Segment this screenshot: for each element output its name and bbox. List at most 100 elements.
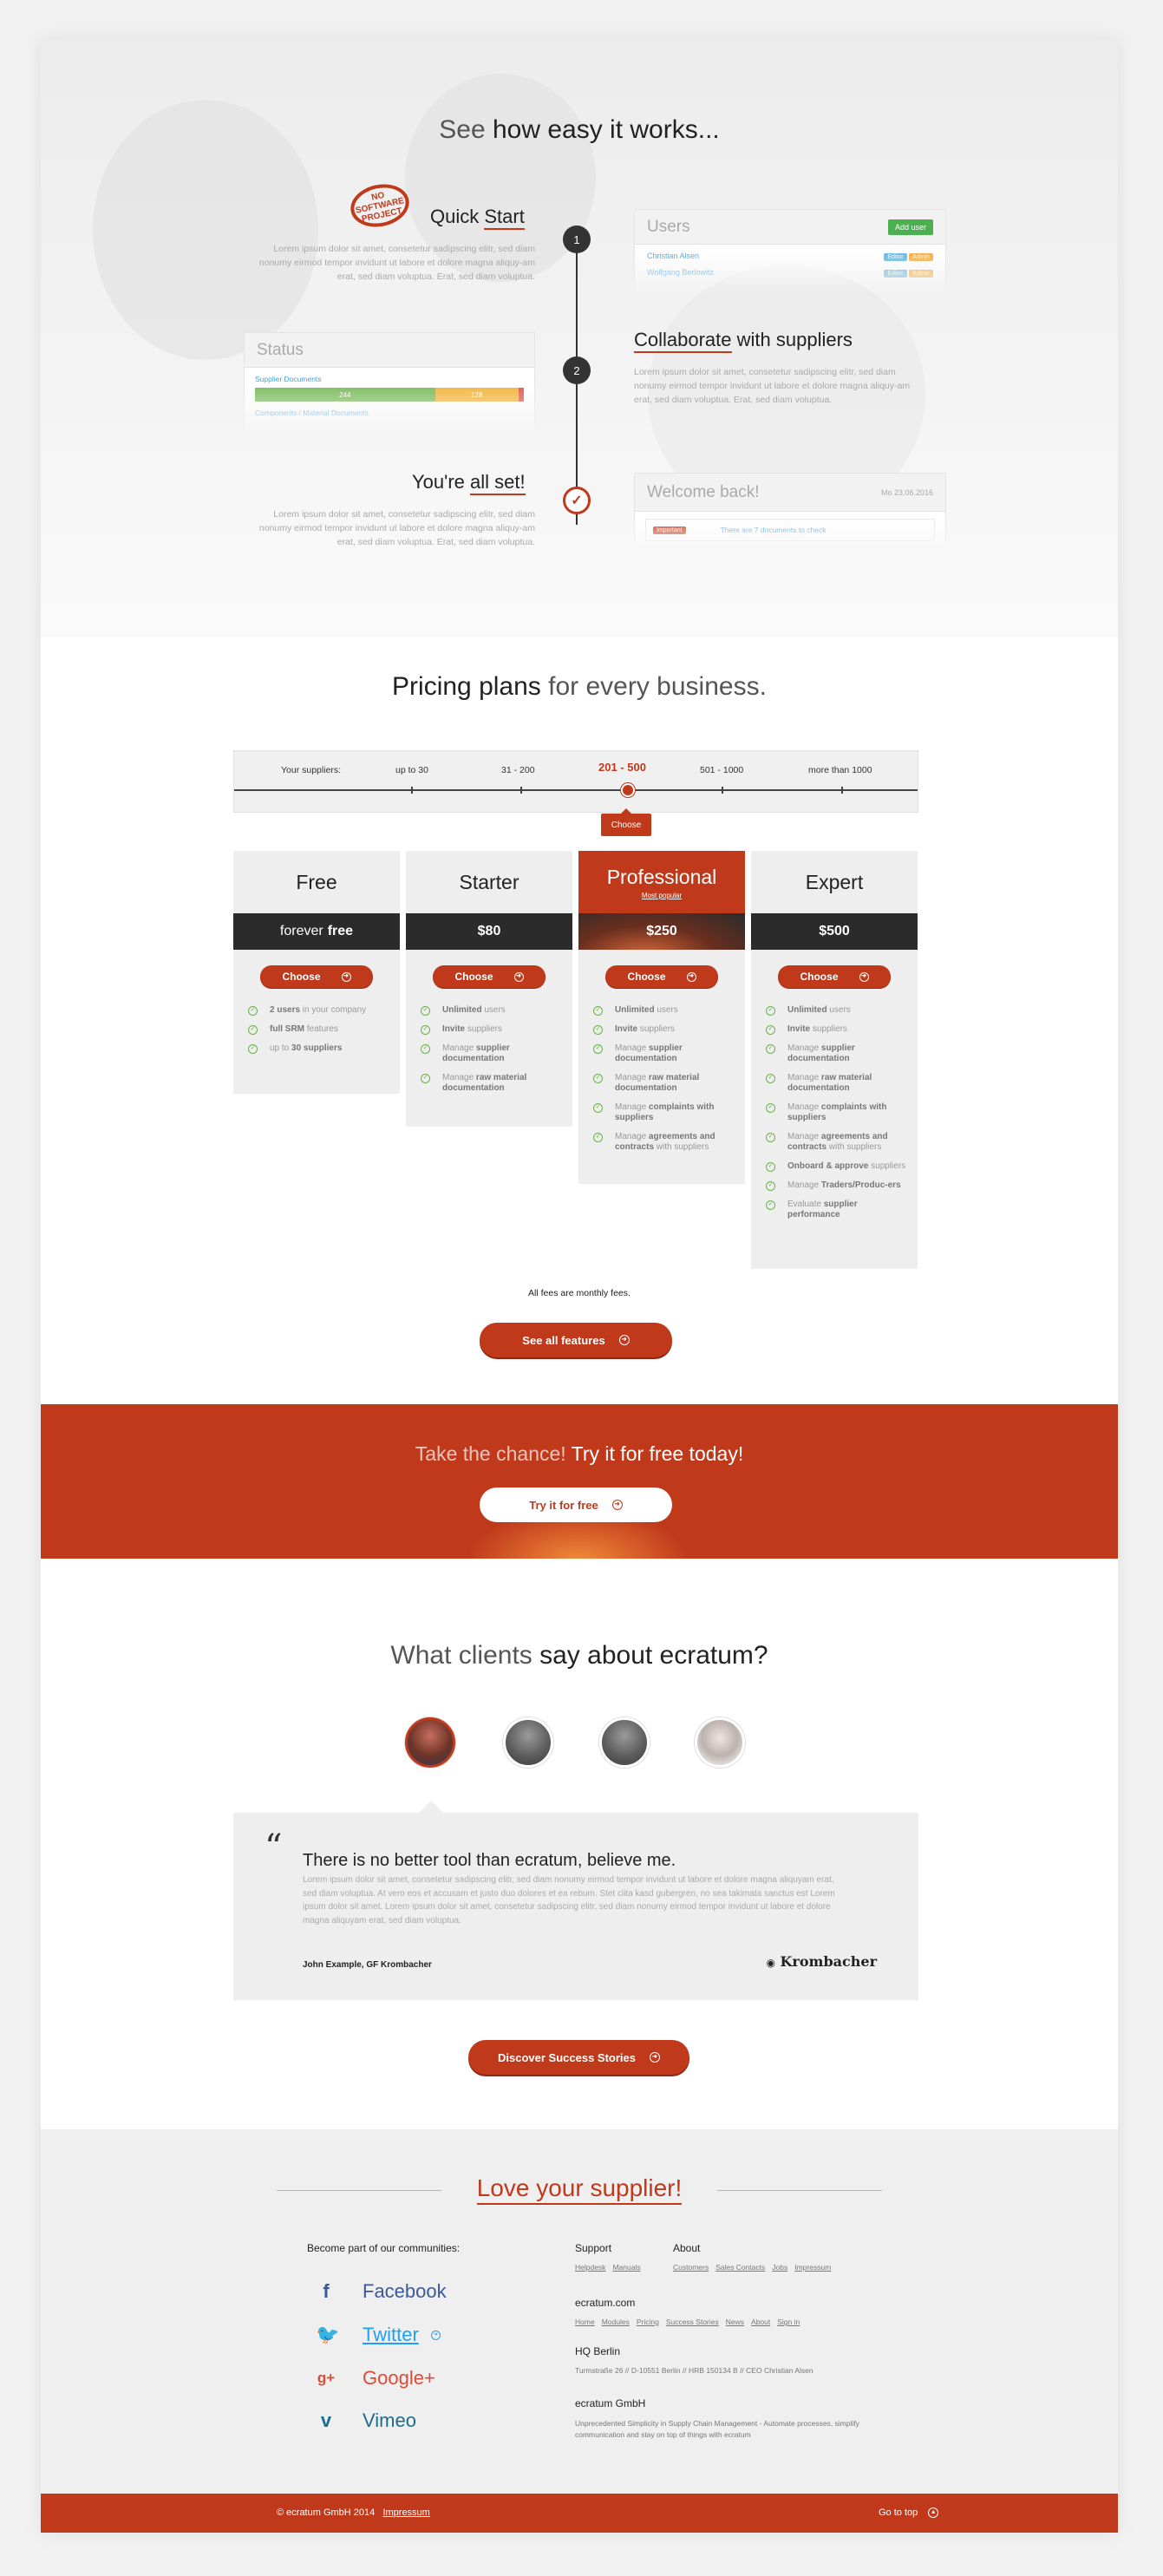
status-label: Components / Material Documents bbox=[255, 409, 369, 417]
impressum-footer-link[interactable]: Impressum bbox=[382, 2507, 429, 2518]
choose-button[interactable]: Choose ➜ bbox=[260, 965, 373, 988]
client-avatar[interactable] bbox=[599, 1717, 650, 1768]
feature-text: Manage Traders/Produc-ers bbox=[787, 1180, 901, 1190]
role-tag: Editor bbox=[884, 270, 907, 278]
arrow-right-icon: ➜ bbox=[611, 1500, 623, 1510]
slider-option[interactable]: up to 30 bbox=[395, 765, 428, 775]
slider-choose-tooltip[interactable]: Choose bbox=[601, 808, 651, 836]
feature-text: up to 30 suppliers bbox=[270, 1043, 343, 1053]
slider-tick bbox=[722, 787, 723, 794]
home-link[interactable]: Home bbox=[575, 2318, 595, 2326]
check-circle-icon: ✓ bbox=[766, 1006, 775, 1016]
pricing-link[interactable]: Pricing bbox=[637, 2318, 659, 2326]
slider-option[interactable]: more than 1000 bbox=[808, 765, 872, 775]
choose-button[interactable]: Choose ➜ bbox=[433, 965, 546, 988]
company-description: Unprecedented Simplicity in Supply Chain… bbox=[575, 2419, 859, 2439]
step3-text: Lorem ipsum dolor sit amet, consetetur s… bbox=[258, 509, 535, 547]
step2-text: Lorem ipsum dolor sit amet, consetetur s… bbox=[634, 367, 911, 405]
feature-text: Manage raw material documentation bbox=[615, 1073, 700, 1093]
feature-item: ✓ Onboard & approve suppliers bbox=[751, 1161, 918, 1172]
try-free-button[interactable]: Try it for free ➜ bbox=[480, 1487, 672, 1522]
step1-title: Quick Start bbox=[430, 206, 525, 230]
see-all-features-button[interactable]: See all features ➜ bbox=[480, 1323, 672, 1357]
plan-price: $80 bbox=[406, 913, 572, 950]
sign-in-link[interactable]: Sign in bbox=[777, 2318, 800, 2326]
feature-item: ✓ Unlimited users bbox=[406, 1005, 572, 1016]
go-to-top-link[interactable]: Go to top ▲ bbox=[879, 2507, 939, 2518]
step1-number: 1 bbox=[563, 226, 591, 253]
check-circle-icon: ✓ bbox=[593, 1006, 603, 1016]
slider-handle[interactable] bbox=[621, 783, 635, 797]
client-avatar[interactable] bbox=[695, 1717, 745, 1768]
success-stories-link[interactable]: Success Stories bbox=[666, 2318, 719, 2326]
feature-item: ✓ Manage raw material documentation bbox=[406, 1073, 572, 1094]
landing-page: See how easy it works... NO SOFTWARE PRO… bbox=[41, 39, 1118, 2533]
feature-text: Unlimited users bbox=[787, 1005, 851, 1015]
choose-button[interactable]: Choose ➜ bbox=[605, 965, 718, 988]
suppliers-slider[interactable]: Your suppliers: up to 30 31 - 200 201 - … bbox=[233, 750, 918, 813]
vimeo-icon: v bbox=[320, 2409, 332, 2431]
about-link[interactable]: About bbox=[751, 2318, 770, 2326]
quote-author: John Example, GF Krombacher bbox=[303, 1960, 432, 1970]
client-avatar[interactable] bbox=[503, 1717, 553, 1768]
feature-item: ✓ Manage supplier documentation bbox=[578, 1043, 745, 1064]
check-circle-icon: ✓ bbox=[248, 1044, 258, 1054]
facebook-link[interactable]: f Facebook bbox=[316, 2280, 446, 2303]
slider-option[interactable]: 501 - 1000 bbox=[700, 765, 743, 775]
hq-address: Turmstraße 26 // D-10551 Berlin // HRB 1… bbox=[575, 2366, 813, 2375]
check-circle-icon: ✓ bbox=[766, 1074, 775, 1083]
most-popular-badge: Most popular bbox=[641, 891, 683, 899]
feature-text: full SRM features bbox=[270, 1024, 338, 1034]
client-avatar-active[interactable] bbox=[405, 1717, 455, 1768]
feature-item: ✓ Manage supplier documentation bbox=[751, 1043, 918, 1064]
feature-item: ✓ Invite suppliers bbox=[578, 1024, 745, 1035]
sales-contacts-link[interactable]: Sales Contacts bbox=[715, 2263, 765, 2272]
feature-item: ✓ Invite suppliers bbox=[751, 1024, 918, 1035]
fees-note: All fees are monthly fees. bbox=[528, 1288, 631, 1298]
plan-price: $250 bbox=[578, 913, 745, 950]
news-link[interactable]: News bbox=[726, 2318, 744, 2326]
slider-option[interactable]: 31 - 200 bbox=[501, 765, 535, 775]
arrow-right-icon: ➜ bbox=[513, 971, 524, 982]
twitter-link[interactable]: 🐦 Twitter ➜ bbox=[316, 2324, 441, 2346]
users-mockup-title: Users bbox=[647, 217, 690, 236]
support-heading: Support bbox=[575, 2242, 612, 2254]
plan-expert: Expert $500 Choose ➜ ✓ Unlimited users ✓ Inv… bbox=[751, 851, 918, 1269]
check-circle-icon: ✓ bbox=[593, 1044, 603, 1054]
check-icon: ✓ bbox=[563, 487, 591, 514]
feature-text: Manage complaints with suppliers bbox=[615, 1102, 715, 1122]
impressum-link[interactable]: Impressum bbox=[794, 2263, 831, 2272]
support-links: Helpdesk Manuals bbox=[575, 2263, 648, 2272]
manuals-link[interactable]: Manuals bbox=[612, 2263, 640, 2272]
google-plus-link[interactable]: g+ Google+ bbox=[316, 2367, 435, 2390]
slider-option-selected[interactable]: 201 - 500 bbox=[598, 761, 646, 774]
site-links: Home Modules Pricing Success Stories News Abo… bbox=[575, 2318, 807, 2326]
about-heading: About bbox=[673, 2242, 701, 2254]
check-circle-icon: ✓ bbox=[766, 1181, 775, 1191]
helpdesk-link[interactable]: Helpdesk bbox=[575, 2263, 605, 2272]
check-circle-icon: ✓ bbox=[766, 1133, 775, 1142]
check-circle-icon: ✓ bbox=[766, 1162, 775, 1172]
clients-title: What clients say about ecratum? bbox=[390, 1641, 768, 1670]
add-user-button: Add user bbox=[887, 219, 933, 235]
vimeo-link[interactable]: v Vimeo bbox=[316, 2409, 416, 2432]
feature-text: Manage raw material documentation bbox=[442, 1073, 527, 1093]
feature-text: Manage supplier documentation bbox=[442, 1043, 510, 1063]
customers-link[interactable]: Customers bbox=[673, 2263, 709, 2272]
testimonial-card: “ There is no better tool than ecratum, … bbox=[233, 1801, 918, 2000]
feature-item: ✓ Manage Traders/Produc-ers bbox=[751, 1180, 918, 1191]
facebook-icon: f bbox=[323, 2280, 330, 2302]
feature-text: Onboard & approve suppliers bbox=[787, 1161, 906, 1171]
slider-tick bbox=[411, 787, 413, 794]
feature-text: Unlimited users bbox=[615, 1005, 678, 1015]
slider-tick bbox=[520, 787, 522, 794]
discover-success-stories-button[interactable]: Discover Success Stories ➜ bbox=[468, 2040, 689, 2075]
check-circle-icon: ✓ bbox=[766, 1025, 775, 1035]
choose-button[interactable]: Choose ➜ bbox=[778, 965, 891, 988]
jobs-link[interactable]: Jobs bbox=[772, 2263, 787, 2272]
slider-tick bbox=[841, 787, 843, 794]
feature-text: Manage supplier documentation bbox=[615, 1043, 683, 1063]
cta-text: Take the chance! Try it for free today! bbox=[415, 1442, 744, 1465]
plan-name: Professional Most popular bbox=[578, 851, 745, 913]
modules-link[interactable]: Modules bbox=[602, 2318, 630, 2326]
